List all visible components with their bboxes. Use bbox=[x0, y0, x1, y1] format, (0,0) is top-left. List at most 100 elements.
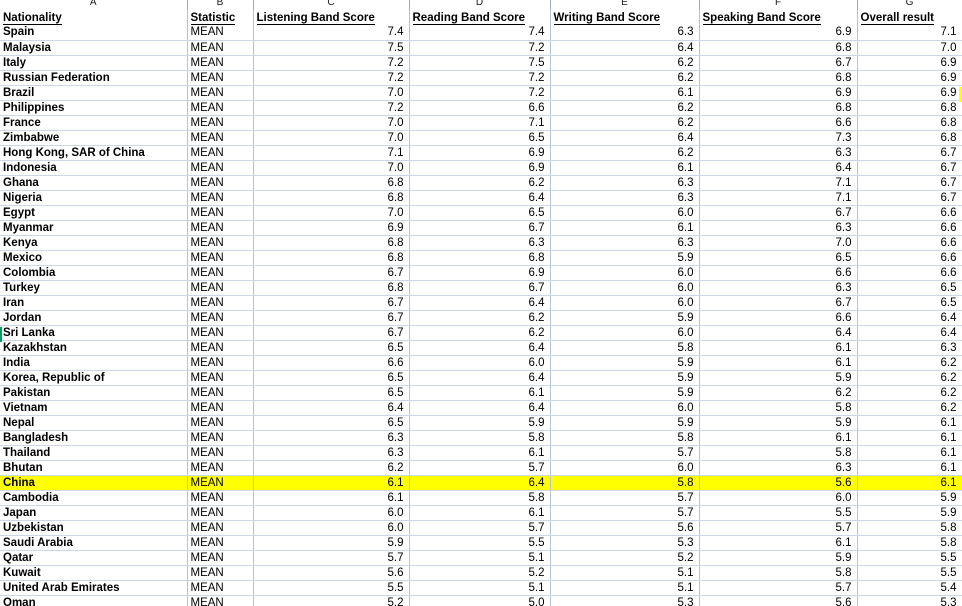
statistic-cell[interactable]: MEAN bbox=[187, 25, 254, 41]
speaking-cell[interactable]: 6.3 bbox=[699, 280, 858, 296]
speaking-cell[interactable]: 6.1 bbox=[699, 355, 858, 371]
nationality-cell[interactable]: Brazil bbox=[0, 85, 188, 101]
writing-cell[interactable]: 6.1 bbox=[550, 220, 700, 236]
nationality-cell[interactable]: Myanmar bbox=[0, 220, 188, 236]
overall-cell[interactable]: 6.9 bbox=[857, 85, 962, 101]
reading-cell[interactable]: 6.2 bbox=[409, 310, 551, 326]
reading-cell[interactable]: 6.5 bbox=[409, 130, 551, 146]
table-row[interactable]: India MEAN 6.6 6.0 5.9 6.1 6.2 bbox=[0, 355, 962, 371]
overall-cell[interactable]: 6.7 bbox=[857, 160, 962, 176]
overall-cell[interactable]: 6.1 bbox=[857, 475, 962, 491]
speaking-cell[interactable]: 6.9 bbox=[699, 25, 858, 41]
statistic-cell[interactable]: MEAN bbox=[187, 385, 254, 401]
listening-cell[interactable]: 6.7 bbox=[253, 310, 410, 326]
listening-cell[interactable]: 6.5 bbox=[253, 340, 410, 356]
listening-cell[interactable]: 5.2 bbox=[253, 595, 410, 606]
table-row[interactable]: Vietnam MEAN 6.4 6.4 6.0 5.8 6.2 bbox=[0, 400, 962, 416]
reading-cell[interactable]: 5.1 bbox=[409, 580, 551, 596]
reading-cell[interactable]: 6.4 bbox=[409, 340, 551, 356]
listening-cell[interactable]: 6.5 bbox=[253, 370, 410, 386]
nationality-cell[interactable]: Indonesia bbox=[0, 160, 188, 176]
nationality-cell[interactable]: Nepal bbox=[0, 415, 188, 431]
statistic-cell[interactable]: MEAN bbox=[187, 400, 254, 416]
overall-cell[interactable]: 6.7 bbox=[857, 145, 962, 161]
overall-cell[interactable]: 6.1 bbox=[857, 430, 962, 446]
reading-cell[interactable]: 5.9 bbox=[409, 415, 551, 431]
column-letter-a[interactable]: A bbox=[0, 0, 188, 10]
nationality-cell[interactable]: Mexico bbox=[0, 250, 188, 266]
speaking-cell[interactable]: 5.5 bbox=[699, 505, 858, 521]
speaking-cell[interactable]: 6.6 bbox=[699, 265, 858, 281]
listening-cell[interactable]: 5.7 bbox=[253, 550, 410, 566]
writing-cell[interactable]: 6.0 bbox=[550, 280, 700, 296]
header-statistic[interactable]: Statistic bbox=[187, 10, 254, 25]
writing-cell[interactable]: 5.7 bbox=[550, 490, 700, 506]
overall-cell[interactable]: 6.6 bbox=[857, 265, 962, 281]
statistic-cell[interactable]: MEAN bbox=[187, 340, 254, 356]
writing-cell[interactable]: 5.1 bbox=[550, 580, 700, 596]
statistic-cell[interactable]: MEAN bbox=[187, 310, 254, 326]
overall-cell[interactable]: 5.4 bbox=[857, 580, 962, 596]
table-row[interactable]: Russian Federation MEAN 7.2 7.2 6.2 6.8 6.9 bbox=[0, 70, 962, 86]
reading-cell[interactable]: 6.9 bbox=[409, 145, 551, 161]
reading-cell[interactable]: 5.0 bbox=[409, 595, 551, 606]
speaking-cell[interactable]: 6.8 bbox=[699, 70, 858, 86]
writing-cell[interactable]: 6.3 bbox=[550, 190, 700, 206]
speaking-cell[interactable]: 5.6 bbox=[699, 595, 858, 606]
speaking-cell[interactable]: 5.9 bbox=[699, 550, 858, 566]
table-row[interactable]: Bangladesh MEAN 6.3 5.8 5.8 6.1 6.1 bbox=[0, 430, 962, 446]
table-row[interactable]: Thailand MEAN 6.3 6.1 5.7 5.8 6.1 bbox=[0, 445, 962, 461]
speaking-cell[interactable]: 6.3 bbox=[699, 220, 858, 236]
nationality-cell[interactable]: Jordan bbox=[0, 310, 188, 326]
table-row[interactable]: Korea, Republic of MEAN 6.5 6.4 5.9 5.9 6.2 bbox=[0, 370, 962, 386]
overall-cell[interactable]: 6.6 bbox=[857, 235, 962, 251]
listening-cell[interactable]: 7.2 bbox=[253, 70, 410, 86]
writing-cell[interactable]: 6.0 bbox=[550, 205, 700, 221]
overall-cell[interactable]: 5.3 bbox=[857, 595, 962, 606]
speaking-cell[interactable]: 6.4 bbox=[699, 160, 858, 176]
overall-cell[interactable]: 6.2 bbox=[857, 355, 962, 371]
listening-cell[interactable]: 5.9 bbox=[253, 535, 410, 551]
statistic-cell[interactable]: MEAN bbox=[187, 460, 254, 476]
speaking-cell[interactable]: 6.1 bbox=[699, 430, 858, 446]
speaking-cell[interactable]: 6.2 bbox=[699, 385, 858, 401]
statistic-cell[interactable]: MEAN bbox=[187, 100, 254, 116]
listening-cell[interactable]: 6.4 bbox=[253, 400, 410, 416]
writing-cell[interactable]: 5.8 bbox=[550, 340, 700, 356]
column-letter-f[interactable]: F bbox=[699, 0, 858, 10]
table-row[interactable]: Iran MEAN 6.7 6.4 6.0 6.7 6.5 bbox=[0, 295, 962, 311]
table-row[interactable]: Turkey MEAN 6.8 6.7 6.0 6.3 6.5 bbox=[0, 280, 962, 296]
speaking-cell[interactable]: 6.1 bbox=[699, 340, 858, 356]
statistic-cell[interactable]: MEAN bbox=[187, 55, 254, 71]
statistic-cell[interactable]: MEAN bbox=[187, 550, 254, 566]
reading-cell[interactable]: 6.5 bbox=[409, 205, 551, 221]
table-row[interactable]: Philippines MEAN 7.2 6.6 6.2 6.8 6.8 bbox=[0, 100, 962, 116]
statistic-cell[interactable]: MEAN bbox=[187, 220, 254, 236]
column-letter-b[interactable]: B bbox=[187, 0, 254, 10]
listening-cell[interactable]: 6.3 bbox=[253, 445, 410, 461]
overall-cell[interactable]: 5.8 bbox=[857, 535, 962, 551]
writing-cell[interactable]: 6.2 bbox=[550, 55, 700, 71]
reading-cell[interactable]: 6.3 bbox=[409, 235, 551, 251]
listening-cell[interactable]: 7.5 bbox=[253, 40, 410, 56]
overall-cell[interactable]: 6.8 bbox=[857, 100, 962, 116]
nationality-cell[interactable]: Egypt bbox=[0, 205, 188, 221]
reading-cell[interactable]: 5.8 bbox=[409, 490, 551, 506]
writing-cell[interactable]: 5.2 bbox=[550, 550, 700, 566]
listening-cell[interactable]: 6.7 bbox=[253, 325, 410, 341]
overall-cell[interactable]: 6.8 bbox=[857, 115, 962, 131]
header-writing[interactable]: Writing Band Score bbox=[550, 10, 700, 25]
header-listening[interactable]: Listening Band Score bbox=[253, 10, 410, 25]
statistic-cell[interactable]: MEAN bbox=[187, 370, 254, 386]
speaking-cell[interactable]: 6.8 bbox=[699, 100, 858, 116]
nationality-cell[interactable]: Kazakhstan bbox=[0, 340, 188, 356]
writing-cell[interactable]: 6.2 bbox=[550, 115, 700, 131]
reading-cell[interactable]: 6.2 bbox=[409, 325, 551, 341]
speaking-cell[interactable]: 6.0 bbox=[699, 490, 858, 506]
table-row[interactable]: Kenya MEAN 6.8 6.3 6.3 7.0 6.6 bbox=[0, 235, 962, 251]
writing-cell[interactable]: 6.2 bbox=[550, 70, 700, 86]
table-row[interactable]: Kuwait MEAN 5.6 5.2 5.1 5.8 5.5 bbox=[0, 565, 962, 581]
speaking-cell[interactable]: 5.9 bbox=[699, 415, 858, 431]
speaking-cell[interactable]: 6.6 bbox=[699, 310, 858, 326]
writing-cell[interactable]: 6.3 bbox=[550, 25, 700, 41]
